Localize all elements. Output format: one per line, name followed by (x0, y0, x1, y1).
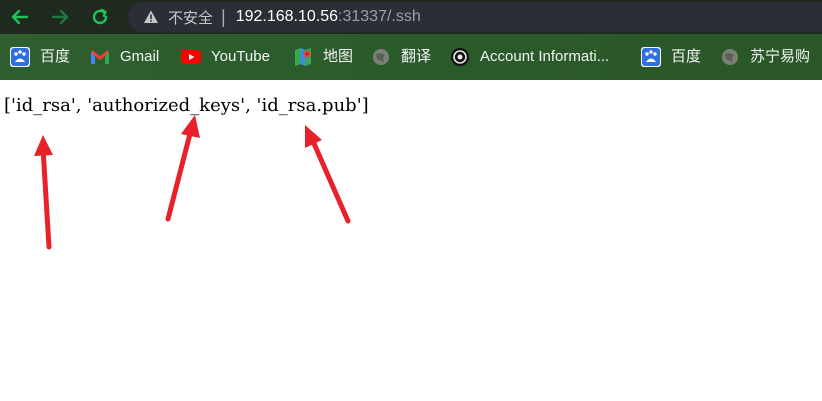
forward-button[interactable] (46, 3, 74, 31)
baidu-icon (10, 47, 30, 67)
bookmark-baidu-2[interactable]: 百度 (641, 34, 701, 80)
back-button[interactable] (6, 3, 34, 31)
bookmark-translate[interactable]: 翻译 (371, 34, 431, 80)
bookmark-baidu[interactable]: 百度 (10, 34, 70, 80)
bookmark-label: 苏宁易购 (750, 48, 811, 65)
bookmark-label: Gmail (120, 48, 160, 65)
bookmark-suning[interactable]: 苏宁易购 (720, 34, 810, 80)
bookmark-label: 百度 (671, 48, 702, 65)
bookmark-maps[interactable]: 地图 (293, 34, 353, 80)
page-content: ['id_rsa', 'authorized_keys', 'id_rsa.pu… (0, 80, 822, 401)
warning-icon[interactable] (142, 8, 160, 26)
bookmark-label: 翻译 (401, 48, 432, 65)
arrow-right-icon (51, 9, 69, 25)
bookmark-label: Account Informati... (480, 48, 610, 65)
bookmark-label: 百度 (40, 48, 71, 65)
gmail-icon (90, 47, 110, 67)
bookmark-youtube[interactable]: YouTube (181, 34, 270, 80)
browser-toolbar: 不安全 | 192.168.10.56 :31337/.ssh (0, 0, 822, 34)
bookmarks-bar: 百度 Gmail YouTube 地图 翻译 Account Informati… (0, 34, 822, 80)
insecure-label[interactable]: 不安全 (168, 7, 213, 28)
directory-listing: ['id_rsa', 'authorized_keys', 'id_rsa.pu… (4, 95, 369, 116)
globe-icon (720, 47, 740, 67)
address-bar[interactable]: 不安全 | 192.168.10.56 :31337/.ssh (128, 2, 822, 32)
address-separator: | (221, 6, 226, 27)
bookmark-label: YouTube (211, 48, 270, 65)
bookmark-label: 地图 (323, 48, 354, 65)
bookmark-account[interactable]: Account Informati... (450, 34, 609, 80)
reload-icon (92, 8, 108, 25)
url-path: :31337/.ssh (338, 8, 421, 25)
globe-icon (371, 47, 391, 67)
baidu-icon (641, 47, 661, 67)
maps-icon (293, 47, 313, 67)
account-icon (450, 47, 470, 67)
reload-button[interactable] (86, 3, 114, 31)
youtube-icon (181, 47, 201, 67)
bookmark-gmail[interactable]: Gmail (90, 34, 159, 80)
url-host: 192.168.10.56 (235, 8, 339, 25)
arrow-left-icon (11, 9, 29, 25)
